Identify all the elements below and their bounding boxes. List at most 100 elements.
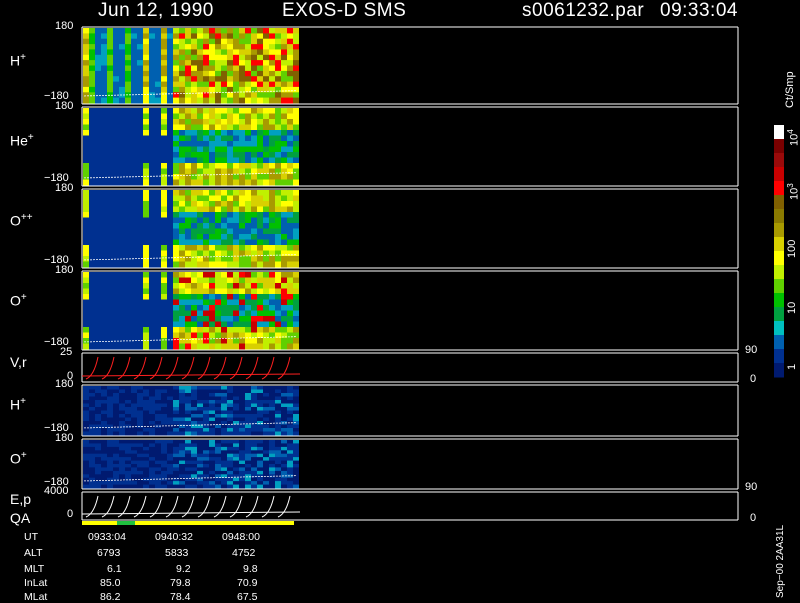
spectrogram-cell: [119, 277, 125, 284]
spectrogram-cell: [95, 460, 101, 465]
spectrogram-cell: [215, 477, 221, 482]
spectrogram-cell: [233, 460, 239, 465]
spectrogram-cell: [101, 201, 107, 207]
spectrogram-cell: [221, 393, 227, 397]
spectrogram-cell: [101, 223, 107, 229]
footer-name-ut: UT: [24, 531, 38, 543]
spectrogram-cell: [275, 431, 281, 436]
spectrogram-cell: [107, 474, 113, 479]
spectrogram-cell: [155, 477, 161, 482]
panel-label-vr: V,r: [10, 354, 27, 370]
spectrogram-cell: [101, 343, 107, 350]
spectrogram-cell: [245, 234, 251, 240]
spectrogram-cell: [197, 124, 203, 131]
spectrogram-cell: [293, 212, 299, 218]
spectrogram-cell: [197, 223, 203, 229]
spectrogram-cell: [191, 38, 197, 45]
spectrogram-cell: [209, 431, 215, 436]
spectrogram-cell: [263, 386, 269, 390]
spectrogram-cell: [167, 92, 173, 99]
spectrogram-cell: [245, 223, 251, 229]
spectrogram-cell: [209, 484, 215, 489]
spectrogram-cell: [263, 201, 269, 207]
spectrogram-cell: [95, 217, 101, 224]
spectrogram-cell: [191, 239, 197, 246]
spectrogram-cell: [251, 190, 257, 196]
spectrogram-cell: [113, 343, 119, 350]
spectrogram-cell: [95, 130, 101, 136]
spectrogram-cell: [95, 168, 101, 175]
spectrogram-cell: [191, 65, 197, 72]
spectrogram-cell: [281, 338, 287, 344]
spectrogram-cell: [161, 294, 167, 300]
spectrogram-cell: [125, 481, 131, 485]
spectrogram-cell: [209, 470, 215, 475]
spectrogram-cell: [95, 228, 101, 235]
spectrogram-cell: [209, 407, 215, 411]
spectrogram-cell: [95, 86, 101, 93]
spectrogram-cell: [107, 327, 113, 333]
spectrogram-cell: [119, 393, 125, 397]
spectrogram-cell: [281, 124, 287, 131]
spectrogram-cell: [257, 283, 263, 289]
spectrogram-cell: [101, 130, 107, 136]
spectrogram-cell: [167, 477, 173, 482]
spectrogram-cell: [125, 168, 131, 175]
spectrogram-cell: [143, 65, 149, 72]
spectrogram-cell: [143, 283, 149, 289]
spectrogram-cell: [191, 228, 197, 235]
spectrogram-cell: [209, 163, 215, 169]
spectrogram-cell: [209, 316, 215, 322]
spectrogram-cell: [167, 464, 173, 468]
spectrogram-cell: [275, 245, 281, 251]
spectrogram-cell: [251, 428, 257, 432]
spectrogram-cell: [155, 446, 161, 451]
spectrogram-cell: [185, 316, 191, 322]
spectrogram-cell: [131, 272, 137, 278]
spectrogram-cell: [83, 332, 89, 339]
spectrogram-cell: [113, 393, 119, 397]
spectrogram-cell: [293, 450, 299, 455]
spectrogram-cell: [293, 245, 299, 251]
spectrogram-cell: [125, 414, 131, 418]
spectrogram-cell: [281, 97, 287, 104]
spectrogram-cell: [149, 81, 155, 88]
spectrogram-cell: [227, 130, 233, 136]
spectrogram-cell: [269, 386, 275, 390]
spectrogram-cell: [155, 261, 161, 268]
spectrogram-cell: [113, 119, 119, 125]
spectrogram-cell: [287, 92, 293, 99]
spectrogram-cell: [197, 446, 203, 451]
spectrogram-cell: [251, 239, 257, 246]
spectrogram-cell: [131, 60, 137, 66]
spectrogram-cell: [107, 33, 113, 40]
spectrogram-cell: [161, 338, 167, 344]
spectrogram-cell: [101, 467, 107, 472]
spectrogram-cell: [191, 97, 197, 104]
spectrogram-cell: [293, 113, 299, 120]
spectrogram-cell: [119, 316, 125, 322]
spectrogram-cell: [269, 113, 275, 120]
spectrogram-cell: [251, 414, 257, 418]
spectrogram-cell: [101, 294, 107, 300]
spectrogram-cell: [173, 305, 179, 311]
spectrogram-cell: [221, 460, 227, 465]
spectrogram-cell: [83, 305, 89, 311]
spectrogram-cell: [95, 65, 101, 72]
spectrogram-cell: [233, 343, 239, 350]
spectrogram-cell: [185, 467, 191, 472]
spectrogram-cell: [197, 421, 203, 425]
spectrogram-cell: [161, 393, 167, 397]
spectrogram-cell: [245, 81, 251, 88]
spectrogram-cell: [101, 157, 107, 164]
spectrogram-cell: [179, 299, 185, 306]
spectrogram-cell: [215, 228, 221, 235]
spectrogram-cell: [131, 421, 137, 425]
spectrogram-cell: [107, 396, 113, 401]
spectrogram-cell: [209, 294, 215, 300]
spectrogram-cell: [107, 428, 113, 432]
spectrogram-cell: [113, 386, 119, 390]
spectrogram-cell: [227, 386, 233, 390]
spectrogram-cell: [155, 179, 161, 186]
spectrogram-cell: [287, 157, 293, 164]
